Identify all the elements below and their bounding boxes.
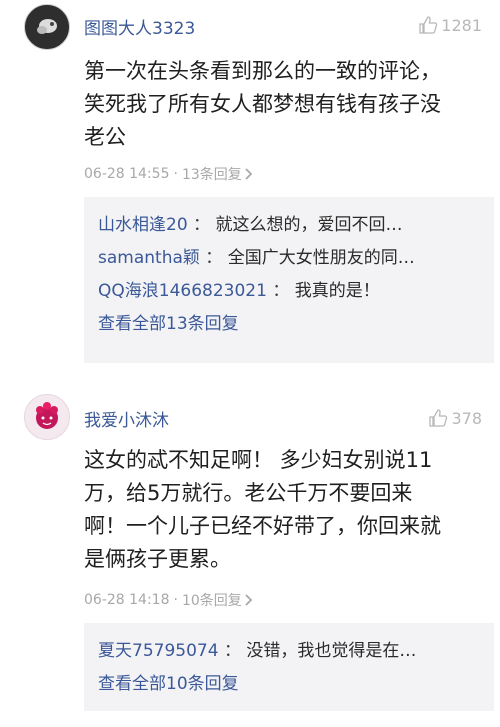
user-avatar[interactable] <box>24 4 70 50</box>
meta-dot: · <box>173 592 178 608</box>
reply-text: 没错，我也觉得是在… <box>246 641 417 661</box>
reply-count: 13条回复 <box>181 167 242 183</box>
like-button[interactable]: 378 <box>428 408 482 428</box>
reply-row[interactable]: 夏天75795074 ： 没错，我也觉得是在… <box>98 635 480 668</box>
reply-preview-box: 山水相逢20 ： 就这么想的，爱回不回… samantha颖 ： 全国广大女性朋… <box>84 197 494 363</box>
chevron-right-icon <box>245 168 253 180</box>
comment-text: 第一次在头条看到那么的一致的评论， 笑死我了所有女人都梦想有钱有孩子没 老公 <box>84 59 441 149</box>
comment-time: 06-28 14:55 <box>84 166 170 182</box>
like-count: 378 <box>451 408 482 428</box>
reply-row[interactable]: samantha颖 ： 全国广大女性朋友的同… <box>98 242 480 275</box>
comment-username[interactable]: 图图大人3323 <box>84 14 195 39</box>
comment-meta: 06-28 14:18 · 10条回复 <box>84 590 254 610</box>
user-avatar[interactable] <box>24 394 70 440</box>
reply-text: 我真的是！ <box>294 281 380 301</box>
chevron-right-icon <box>245 594 253 606</box>
reply-separator: ： <box>272 281 290 301</box>
comment-time: 06-28 14:18 <box>84 592 170 608</box>
like-count: 1281 <box>441 15 482 35</box>
reply-count-link[interactable]: 13条回复 <box>182 164 254 184</box>
reply-text: 全国广大女性朋友的同… <box>227 248 415 268</box>
reply-separator: ： <box>205 248 223 268</box>
reply-row[interactable]: QQ海浪1466823021 ： 我真的是！ <box>98 275 480 308</box>
reply-count-link[interactable]: 10条回复 <box>182 590 254 610</box>
comment-text: 这女的忒不知足啊！ 多少妇女别说11 万，给5万就行。老公千万不要回来 啊！一个… <box>84 448 441 571</box>
view-all-replies-link[interactable]: 查看全部10条回复 <box>98 668 480 701</box>
comment-username[interactable]: 我爱小沐沐 <box>84 406 169 431</box>
avatar-icon <box>25 395 69 439</box>
reply-username[interactable]: samantha颖 <box>98 248 200 268</box>
view-all-replies-link[interactable]: 查看全部13条回复 <box>98 308 480 341</box>
reply-count: 10条回复 <box>181 593 242 609</box>
thumbs-up-icon <box>429 409 448 427</box>
avatar-icon <box>25 5 69 49</box>
reply-row[interactable]: 山水相逢20 ： 就这么想的，爱回不回… <box>98 209 480 242</box>
reply-username[interactable]: QQ海浪1466823021 <box>98 281 267 301</box>
meta-dot: · <box>173 166 178 182</box>
reply-separator: ： <box>193 215 211 235</box>
reply-username[interactable]: 夏天75795074 <box>98 641 219 661</box>
reply-text: 就这么想的，爱回不回… <box>215 215 403 235</box>
like-button[interactable]: 1281 <box>418 15 482 35</box>
thumbs-up-icon <box>419 16 438 34</box>
reply-separator: ： <box>223 641 241 661</box>
reply-preview-box: 夏天75795074 ： 没错，我也觉得是在… 查看全部10条回复 <box>84 623 494 711</box>
comment-meta: 06-28 14:55 · 13条回复 <box>84 164 254 184</box>
reply-username[interactable]: 山水相逢20 <box>98 215 188 235</box>
